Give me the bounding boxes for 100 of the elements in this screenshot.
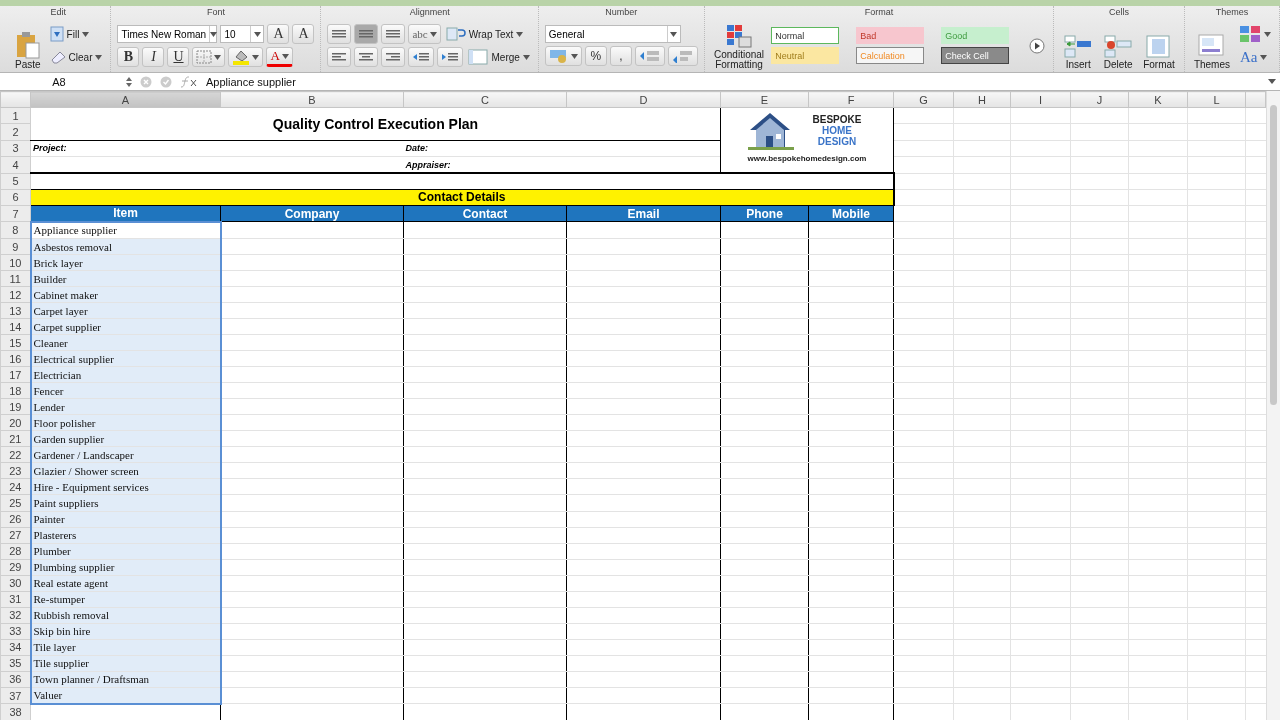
insert-cells-icon: [1063, 32, 1094, 59]
clear-button[interactable]: Clear: [47, 47, 105, 67]
expand-caret-icon: [1268, 79, 1276, 84]
outdent-button[interactable]: [408, 47, 435, 67]
currency-button[interactable]: [544, 46, 582, 66]
group-label: Format: [863, 6, 895, 19]
name-box[interactable]: A8: [0, 75, 118, 88]
eraser-icon: [49, 50, 66, 64]
delete-button[interactable]: Delete: [1100, 21, 1137, 70]
caret-icon: [281, 53, 289, 59]
caret-icon: [570, 53, 578, 59]
fill-down-icon: [49, 26, 64, 42]
cell-style[interactable]: Bad: [856, 27, 925, 44]
wrap-text-icon: [445, 26, 466, 42]
caret-icon: [670, 31, 678, 37]
clipboard-icon: [15, 30, 40, 59]
bold-button[interactable]: B: [117, 47, 140, 67]
house-icon: [747, 110, 794, 151]
format-button[interactable]: Format: [1140, 21, 1178, 70]
caret-icon: [214, 54, 222, 60]
shrink-font-button[interactable]: A: [292, 24, 315, 44]
field-label: Project:: [30, 140, 221, 157]
sheet-title: Quality Control Execution Plan: [30, 107, 721, 141]
paint-bucket-icon: [232, 49, 251, 65]
column-header[interactable]: A: [30, 91, 221, 108]
caret-icon: [210, 31, 218, 37]
caret-icon: [254, 31, 261, 37]
table-cell[interactable]: Appliance supplier: [30, 221, 221, 239]
orientation-button[interactable]: abc: [408, 24, 441, 44]
column-header[interactable]: G: [893, 91, 954, 108]
field-label: Appraiser:: [403, 156, 567, 174]
font-size-field[interactable]: 10: [220, 25, 265, 43]
group-label: Alignment: [408, 6, 451, 19]
caret-icon: [252, 54, 260, 60]
logo-text: HOME: [822, 124, 852, 136]
column-header[interactable]: J: [1070, 91, 1129, 108]
formula-field[interactable]: Appliance supplier: [206, 75, 1260, 88]
grow-font-button[interactable]: A: [267, 24, 290, 44]
stepper-icon: [126, 76, 132, 87]
color-swatches-icon: [1239, 25, 1261, 43]
column-header[interactable]: D: [566, 91, 721, 108]
logo-url: www.bespokehomedesign.com: [747, 153, 867, 166]
align-center-icon: [358, 51, 375, 63]
font-name-field[interactable]: Times New Roman: [117, 25, 218, 43]
italic-button[interactable]: I: [142, 47, 165, 67]
more-styles-button[interactable]: [1027, 35, 1048, 56]
insert-button[interactable]: Insert: [1060, 21, 1097, 70]
align-left-button[interactable]: [327, 47, 352, 67]
column-header[interactable]: B: [220, 91, 404, 108]
conditional-button[interactable]: Conditional Formatting: [710, 21, 768, 70]
theme-colors-button[interactable]: [1237, 24, 1273, 44]
fill-color-button[interactable]: [228, 47, 264, 67]
colored-grid-icon: [725, 22, 753, 49]
wrap-text-button[interactable]: Wrap Text: [443, 24, 526, 44]
number-format-dropdown[interactable]: General: [544, 25, 681, 43]
caret-icon: [522, 54, 530, 60]
scrollbar[interactable]: [1266, 91, 1280, 720]
align-right-button[interactable]: [381, 47, 406, 67]
align-center-button[interactable]: [354, 47, 379, 67]
column-header[interactable]: C: [403, 91, 567, 108]
increase-decimal-icon: [638, 49, 661, 63]
borders-button[interactable]: [192, 47, 226, 67]
group-label: Themes: [1214, 6, 1250, 19]
column-header[interactable]: I: [1010, 91, 1071, 108]
align-right-icon: [385, 51, 402, 63]
caret-icon: [429, 31, 437, 37]
field-label: Date:: [403, 140, 567, 157]
group-label: Edit: [49, 6, 67, 19]
caret-icon: [82, 31, 90, 37]
cell-style[interactable]: Normal: [771, 27, 840, 44]
font-color-button[interactable]: A: [266, 47, 293, 67]
caret-icon: [1264, 31, 1271, 37]
column-header[interactable]: L: [1187, 91, 1246, 108]
column-header[interactable]: F: [808, 91, 894, 108]
caret-icon: [95, 54, 103, 60]
delete-cells-icon: [1103, 32, 1134, 59]
underline-button[interactable]: U: [167, 47, 190, 67]
theme-fonts-button[interactable]: Aa: [1237, 47, 1270, 67]
indent-icon: [441, 51, 460, 63]
fill-button[interactable]: Fill: [47, 24, 92, 44]
align-bottom-icon: [385, 28, 402, 40]
logo-text: BESPOKE: [812, 113, 862, 125]
column-header[interactable]: H: [953, 91, 1011, 108]
paste-button[interactable]: Paste: [12, 21, 44, 70]
outdent-icon: [412, 51, 431, 63]
column-header[interactable]: K: [1128, 91, 1188, 108]
money-icon: [548, 49, 569, 63]
comma-style-button[interactable]: ,: [609, 46, 632, 66]
themes-button[interactable]: Themes: [1190, 21, 1233, 70]
group-label: Font: [205, 6, 226, 19]
align-middle-button[interactable]: [354, 24, 379, 44]
align-bottom-button[interactable]: [381, 24, 406, 44]
merge-button[interactable]: Merge: [466, 47, 532, 67]
percent-button[interactable]: %: [584, 46, 607, 66]
group-label: Cells: [1108, 6, 1131, 19]
group-label: Number: [604, 6, 639, 19]
borders-icon: [196, 50, 213, 64]
column-header[interactable]: E: [720, 91, 809, 108]
align-top-button[interactable]: [327, 24, 352, 44]
indent-button[interactable]: [437, 47, 464, 67]
